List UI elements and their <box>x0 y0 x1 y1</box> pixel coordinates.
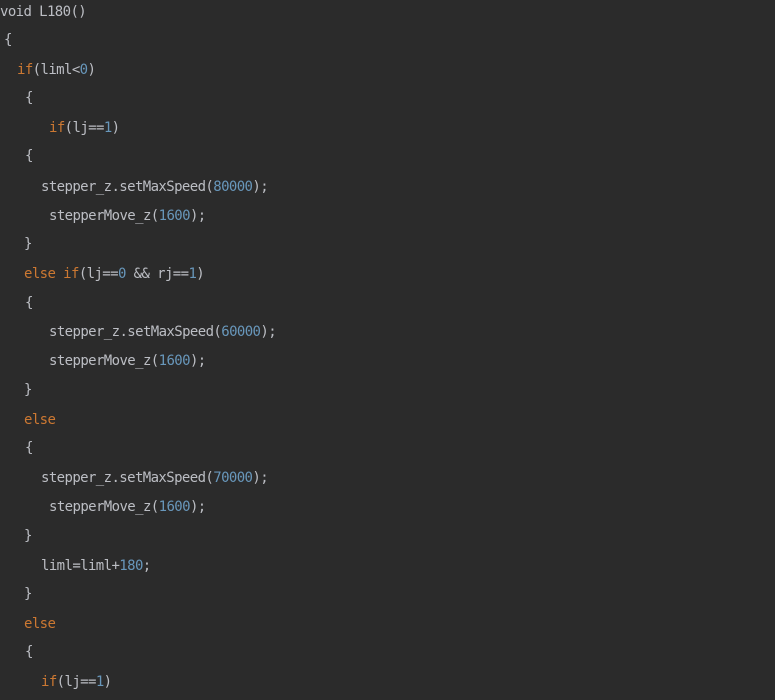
code-text: } <box>24 586 32 602</box>
code-text: && rj== <box>125 266 189 282</box>
code-number: 0 <box>117 266 126 282</box>
code-line[interactable]: stepper_z.setMaxSpeed(60000); <box>49 322 277 342</box>
code-text: stepper_z.setMaxSpeed( <box>49 324 222 340</box>
code-text: ); <box>252 470 269 486</box>
code-text: ); <box>260 324 277 340</box>
code-line[interactable]: { <box>25 88 33 108</box>
code-line[interactable]: liml=liml+180; <box>41 556 151 576</box>
code-line[interactable]: { <box>25 293 33 313</box>
code-text: ; <box>142 558 151 574</box>
code-text: } <box>24 382 32 398</box>
code-text: stepper_z.setMaxSpeed( <box>41 179 214 195</box>
code-text: (lj== <box>64 120 105 136</box>
code-line[interactable]: { <box>25 642 33 662</box>
code-text: ) <box>111 120 120 136</box>
code-keyword: else <box>24 616 56 632</box>
code-text: ); <box>252 179 269 195</box>
code-text: { <box>25 295 33 311</box>
code-text: ); <box>189 208 206 224</box>
code-text: (lj== <box>78 266 119 282</box>
code-text: ); <box>189 353 206 369</box>
code-text: ) <box>103 674 112 690</box>
code-text: void L180() <box>0 4 87 20</box>
code-line[interactable]: void L180() <box>0 2 87 22</box>
code-text: (lj== <box>56 674 97 690</box>
code-number: 70000 <box>213 470 253 486</box>
code-text: ) <box>87 62 96 78</box>
code-line[interactable]: if(lj==1) <box>49 118 120 138</box>
code-line[interactable]: else <box>24 614 56 634</box>
code-line[interactable]: } <box>24 234 32 254</box>
code-number: 1600 <box>158 353 191 369</box>
code-number: 1600 <box>158 499 191 515</box>
code-text: stepper_z.setMaxSpeed( <box>41 470 214 486</box>
code-text: ); <box>189 499 206 515</box>
code-keyword: if <box>17 62 33 78</box>
code-line[interactable]: if(liml<0) <box>17 60 96 80</box>
code-line[interactable]: stepper_z.setMaxSpeed(80000); <box>41 177 269 197</box>
code-text: } <box>24 236 32 252</box>
code-line[interactable]: } <box>24 526 32 546</box>
code-text: stepperMove_z( <box>49 499 159 515</box>
code-line[interactable]: } <box>24 584 32 604</box>
code-line[interactable]: stepper_z.setMaxSpeed(70000); <box>41 468 269 488</box>
code-line[interactable]: { <box>25 146 33 166</box>
code-line[interactable]: else <box>24 410 56 430</box>
code-text: { <box>25 90 33 106</box>
code-text: } <box>24 528 32 544</box>
code-text: { <box>25 440 33 456</box>
code-number: 1600 <box>158 208 191 224</box>
code-keyword: if <box>49 120 65 136</box>
code-line[interactable]: stepperMove_z(1600); <box>49 206 206 226</box>
code-number: 0 <box>79 62 88 78</box>
code-line[interactable]: { <box>25 438 33 458</box>
code-number: 180 <box>119 558 143 574</box>
code-text: { <box>25 148 33 164</box>
code-keyword: else if <box>24 266 79 282</box>
code-text: (liml< <box>32 62 81 78</box>
code-number: 1 <box>103 120 112 136</box>
code-number: 60000 <box>221 324 261 340</box>
code-number: 80000 <box>213 179 253 195</box>
code-text: { <box>4 32 12 48</box>
code-keyword: else <box>24 412 56 428</box>
code-text: ) <box>196 266 205 282</box>
code-line[interactable]: } <box>24 380 32 400</box>
code-line[interactable]: else if(lj==0 && rj==1) <box>24 264 205 284</box>
code-text: stepperMove_z( <box>49 353 159 369</box>
code-number: 1 <box>95 674 104 690</box>
code-line[interactable]: stepperMove_z(1600); <box>49 497 206 517</box>
code-editor[interactable]: void L180(){if(liml<0){if(lj==1){stepper… <box>0 0 775 700</box>
code-text: liml=liml+ <box>41 558 120 574</box>
code-keyword: if <box>41 674 57 690</box>
code-text: { <box>25 644 33 660</box>
code-text: stepperMove_z( <box>49 208 159 224</box>
code-line[interactable]: if(lj==1) <box>41 672 112 692</box>
code-line[interactable]: { <box>4 30 12 50</box>
code-line[interactable]: stepperMove_z(1600); <box>49 351 206 371</box>
